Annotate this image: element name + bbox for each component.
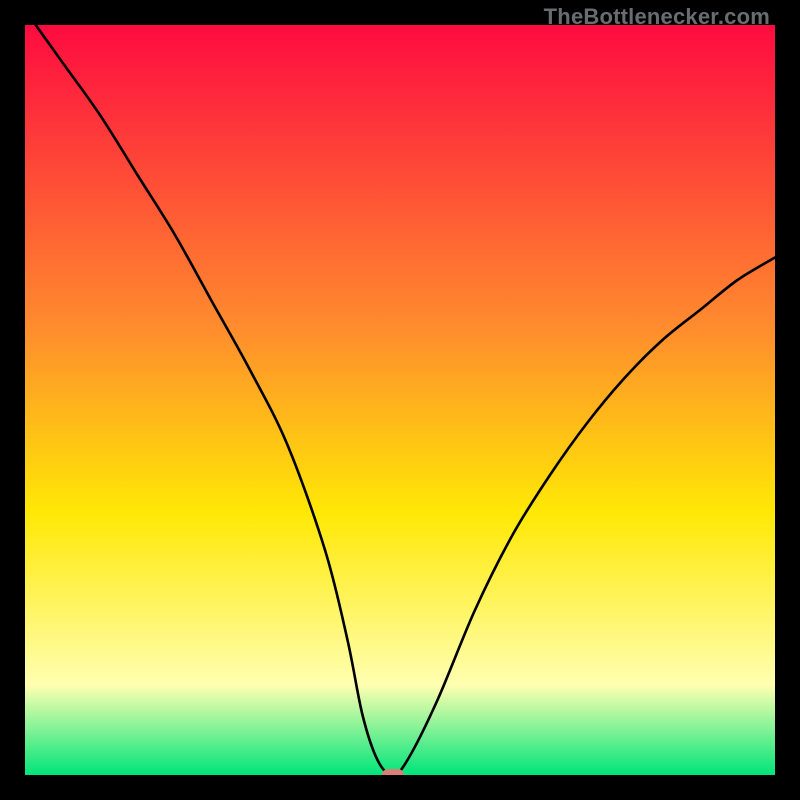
plot-area (25, 25, 775, 775)
optimal-marker (382, 769, 404, 775)
watermark-text: TheBottlenecker.com (544, 4, 770, 30)
bottleneck-curve (25, 25, 775, 775)
chart-frame: TheBottlenecker.com (0, 0, 800, 800)
